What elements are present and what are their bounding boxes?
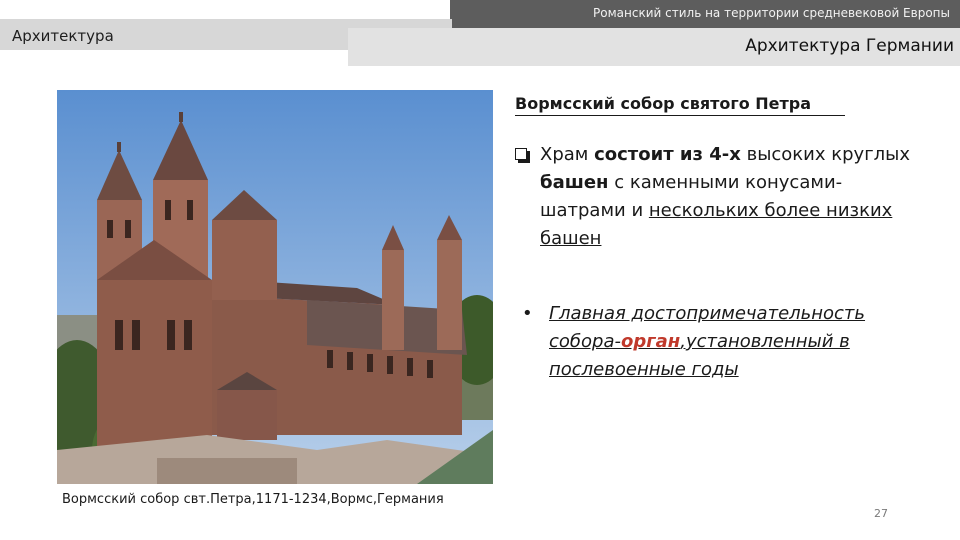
bullet-dot-icon: •: [522, 303, 533, 324]
text-part-bold: состоит из 4-х: [594, 144, 741, 165]
photo-caption: Вормсский собор свт.Петра,1171-1234,Ворм…: [62, 492, 444, 507]
section-title: Архитектура: [12, 27, 114, 45]
bullet-organ: • Главная достопримечательность собора-о…: [522, 300, 922, 384]
bullet-towers-text: Храм состоит из 4-х высоких круглых баше…: [540, 141, 915, 253]
presentation-subtitle: Романский стиль на территории средневеко…: [593, 6, 950, 20]
bullet-towers: Храм состоит из 4-х высоких круглых баше…: [515, 141, 915, 253]
text-part: высоких круглых: [740, 144, 911, 165]
checkbox-bullet-icon: [515, 148, 530, 163]
cathedral-illustration: [57, 90, 493, 484]
slide-title: Архитектура Германии: [745, 36, 954, 56]
text-part-bold: башен: [540, 172, 609, 193]
text-part-highlight: орган: [620, 331, 681, 352]
text-part: Храм: [540, 144, 595, 165]
bullet-organ-text: Главная достопримечательность собора-орг…: [549, 300, 922, 384]
content-heading: Вормсский собор святого Петра: [515, 94, 845, 116]
cathedral-photo: [57, 90, 493, 484]
top-bar: Романский стиль на территории средневеко…: [450, 0, 960, 28]
page-number: 27: [874, 507, 888, 520]
